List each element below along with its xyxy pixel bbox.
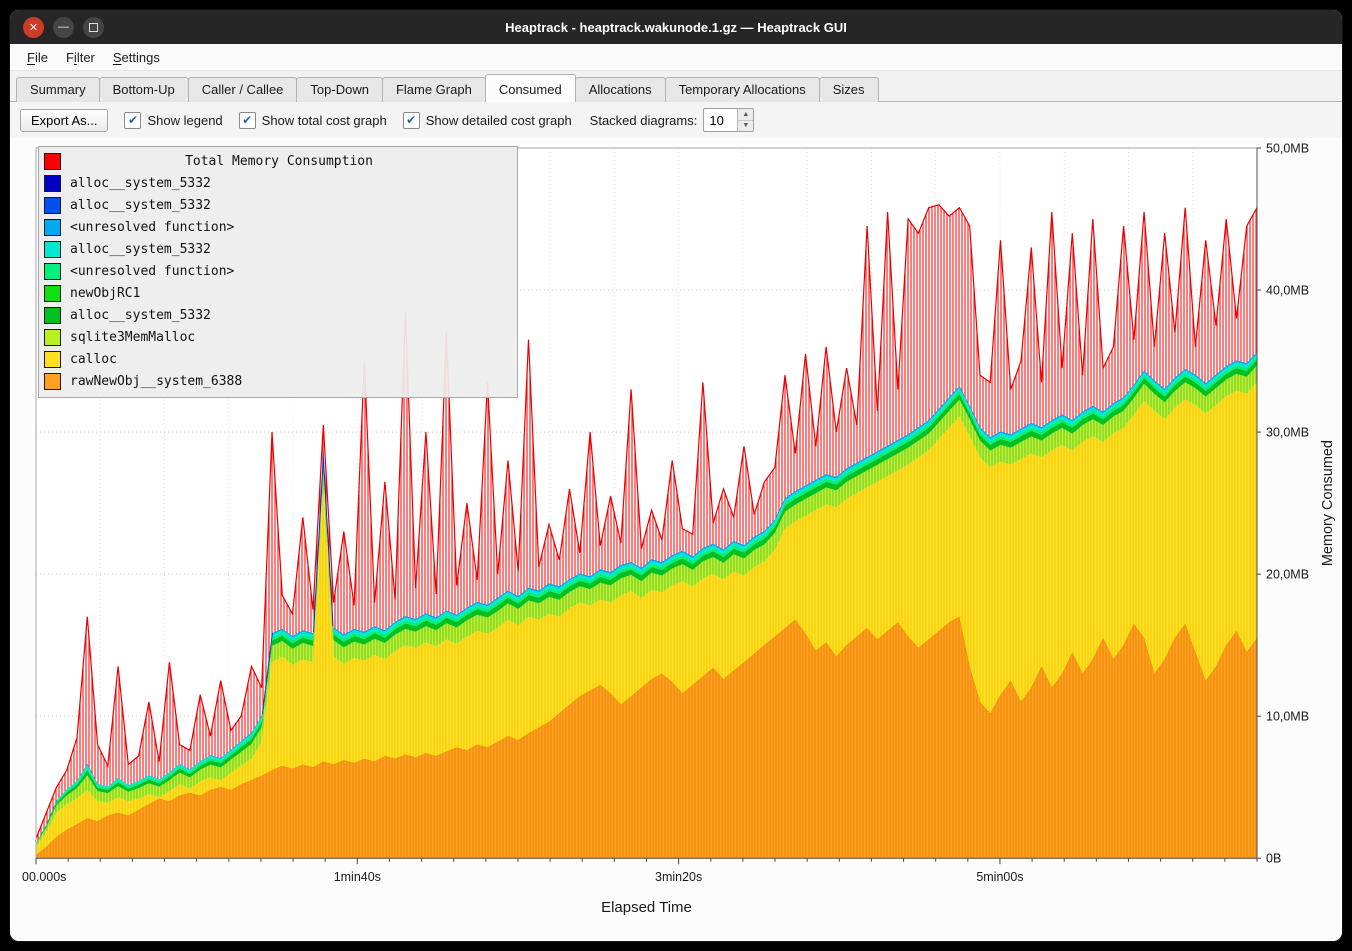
svg-text:00.000s: 00.000s (22, 870, 66, 884)
chart-area: 00.000s 1min40s 3min20s 5min00s 0B 10,0MB 20,0… (10, 138, 1342, 941)
spin-up-button[interactable]: ▲ (738, 109, 753, 121)
close-button[interactable]: ✕ (23, 17, 44, 38)
legend-item: alloc__system_5332 (44, 194, 512, 216)
legend-label: rawNewObj__system_6388 (70, 374, 242, 389)
legend-title-row: Total Memory Consumption (44, 150, 512, 172)
legend-label: alloc__system_5332 (70, 308, 211, 323)
menu-settings[interactable]: Settings (104, 47, 169, 68)
svg-text:10,0MB: 10,0MB (1266, 710, 1309, 724)
stacked-diagrams-label: Stacked diagrams: (590, 113, 698, 128)
maximize-icon (89, 23, 98, 32)
menu-file[interactable]: File (18, 47, 57, 68)
title-bar: ✕ — Heaptrack - heaptrack.wakunode.1.gz … (10, 10, 1342, 44)
svg-text:5min00s: 5min00s (976, 870, 1023, 884)
legend-swatch (44, 219, 61, 236)
checkbox-show-legend[interactable]: ✔ Show legend (124, 112, 222, 129)
legend-swatch (44, 307, 61, 324)
svg-text:Elapsed Time: Elapsed Time (601, 899, 692, 916)
menu-bar: FileFilterSettings (10, 44, 1342, 71)
legend-label: alloc__system_5332 (70, 176, 211, 191)
svg-text:20,0MB: 20,0MB (1266, 568, 1309, 582)
stacked-diagrams-spinbox[interactable]: ▲ ▼ (703, 108, 754, 132)
checkbox-box[interactable]: ✔ (124, 112, 141, 129)
legend-label: alloc__system_5332 (70, 198, 211, 213)
checkbox-show-detailed-cost-graph[interactable]: ✔ Show detailed cost graph (403, 112, 572, 129)
export-as-button[interactable]: Export As... (20, 109, 108, 132)
legend-label: alloc__system_5332 (70, 242, 211, 257)
window-controls: ✕ — (23, 17, 104, 38)
legend-item: calloc (44, 348, 512, 370)
checkbox-label: Show legend (147, 113, 222, 128)
tab-caller-callee[interactable]: Caller / Callee (188, 77, 298, 102)
spin-down-button[interactable]: ▼ (738, 121, 753, 132)
legend-label: <unresolved function> (70, 220, 234, 235)
legend-label: sqlite3MemMalloc (70, 330, 195, 345)
svg-text:3min20s: 3min20s (655, 870, 702, 884)
spin-buttons: ▲ ▼ (737, 109, 753, 131)
legend-swatch (44, 373, 61, 390)
tab-consumed[interactable]: Consumed (485, 74, 576, 102)
checkbox-show-total-cost-graph[interactable]: ✔ Show total cost graph (239, 112, 387, 129)
svg-text:1min40s: 1min40s (334, 870, 381, 884)
legend-item: alloc__system_5332 (44, 172, 512, 194)
checkbox-label: Show total cost graph (262, 113, 387, 128)
checkbox-label: Show detailed cost graph (426, 113, 572, 128)
stacked-diagrams-control: Stacked diagrams: ▲ ▼ (590, 108, 755, 132)
tab-top-down[interactable]: Top-Down (296, 77, 383, 102)
legend-label: newObjRC1 (70, 286, 140, 301)
checkbox-group: ✔ Show legend ✔ Show total cost graph ✔ Show … (124, 112, 571, 129)
legend-swatch (44, 351, 61, 368)
tab-summary[interactable]: Summary (16, 77, 100, 102)
legend-label: <unresolved function> (70, 264, 234, 279)
legend-swatch (44, 263, 61, 280)
legend-item: rawNewObj__system_6388 (44, 370, 512, 392)
legend-item: <unresolved function> (44, 260, 512, 282)
svg-text:40,0MB: 40,0MB (1266, 284, 1309, 298)
checkbox-box[interactable]: ✔ (403, 112, 420, 129)
legend-swatch (44, 241, 61, 258)
legend-swatch (44, 197, 61, 214)
legend-item: sqlite3MemMalloc (44, 326, 512, 348)
minimize-button[interactable]: — (53, 17, 74, 38)
legend-rows: alloc__system_5332 alloc__system_5332 <unr… (44, 172, 512, 392)
tab-flame-graph[interactable]: Flame Graph (382, 77, 486, 102)
checkbox-box[interactable]: ✔ (239, 112, 256, 129)
chart-legend: Total Memory Consumption alloc__system_5… (38, 146, 518, 398)
svg-text:50,0MB: 50,0MB (1266, 141, 1309, 155)
menu-filter[interactable]: Filter (57, 47, 104, 68)
legend-item: newObjRC1 (44, 282, 512, 304)
tab-sizes[interactable]: Sizes (819, 77, 879, 102)
app-window: ✕ — Heaptrack - heaptrack.wakunode.1.gz … (10, 10, 1342, 941)
tab-temporary-allocations[interactable]: Temporary Allocations (665, 77, 820, 102)
svg-text:0B: 0B (1266, 852, 1281, 866)
legend-title-swatch (44, 153, 61, 170)
window-title: Heaptrack - heaptrack.wakunode.1.gz — He… (10, 20, 1342, 35)
toolbar: Export As... ✔ Show legend ✔ Show total cos… (10, 102, 1342, 138)
legend-item: alloc__system_5332 (44, 238, 512, 260)
tab-bottom-up[interactable]: Bottom-Up (99, 77, 189, 102)
legend-swatch (44, 175, 61, 192)
tab-bar: SummaryBottom-UpCaller / CalleeTop-DownF… (10, 71, 1342, 102)
legend-label: calloc (70, 352, 117, 367)
maximize-button[interactable] (83, 17, 104, 38)
legend-swatch (44, 285, 61, 302)
legend-title: Total Memory Consumption (70, 154, 488, 169)
tab-allocations[interactable]: Allocations (575, 77, 666, 102)
legend-swatch (44, 329, 61, 346)
svg-text:Memory Consumed: Memory Consumed (1320, 440, 1336, 566)
svg-text:30,0MB: 30,0MB (1266, 426, 1309, 440)
stacked-diagrams-input[interactable] (704, 109, 737, 131)
legend-item: alloc__system_5332 (44, 304, 512, 326)
legend-item: <unresolved function> (44, 216, 512, 238)
